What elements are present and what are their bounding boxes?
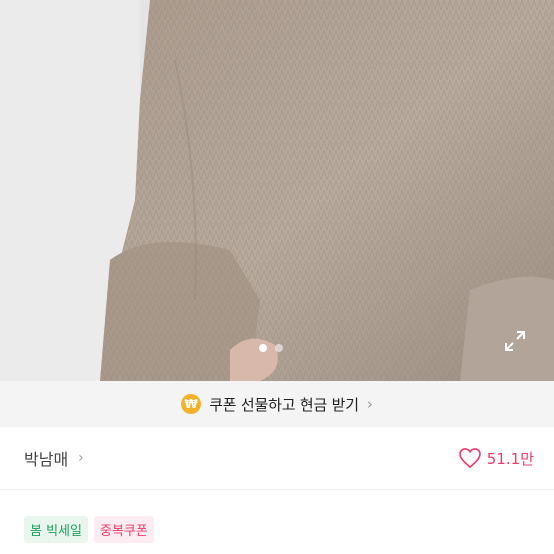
product-photo xyxy=(0,0,554,381)
carousel-dot-active[interactable] xyxy=(259,344,267,352)
chevron-right-icon: › xyxy=(78,450,84,466)
heart-icon xyxy=(458,448,481,468)
promo-tags: 봄 빅세일 중복쿠폰 xyxy=(24,516,154,543)
tag-spring-sale: 봄 빅세일 xyxy=(24,516,88,543)
won-coin-icon: ₩ xyxy=(181,394,202,414)
coupon-banner-text: 쿠폰 선물하고 현금 받기 xyxy=(209,395,359,414)
product-image-carousel[interactable] xyxy=(0,0,554,381)
carousel-dots xyxy=(259,344,283,352)
like-button[interactable]: 51.1만 xyxy=(458,448,534,469)
chevron-right-icon: › xyxy=(366,395,373,413)
seller-name: 박남매 xyxy=(24,450,69,469)
carousel-dot[interactable] xyxy=(275,344,283,352)
like-count: 51.1만 xyxy=(486,449,534,468)
tag-duplicate-coupon: 중복쿠폰 xyxy=(93,516,154,543)
coupon-gift-banner[interactable]: ₩ 쿠폰 선물하고 현금 받기 › xyxy=(0,381,554,427)
expand-icon[interactable] xyxy=(503,329,527,353)
seller-link[interactable]: 박남매 › xyxy=(24,446,84,470)
seller-row: 박남매 › 51.1만 xyxy=(0,427,554,490)
